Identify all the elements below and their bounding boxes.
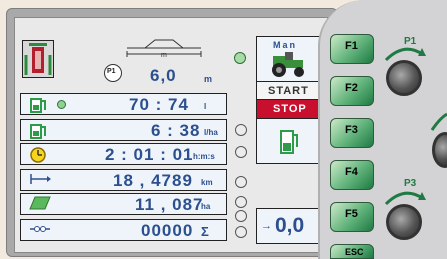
f4-button[interactable]: F4: [330, 160, 374, 190]
counter-icon: [29, 222, 51, 241]
row-value: 6 : 38: [151, 121, 201, 140]
data-row: 6 : 38 l/ha: [20, 119, 227, 141]
stop-button[interactable]: STOP: [256, 99, 322, 120]
row-unit: h:m:s: [193, 152, 215, 161]
p3-knob[interactable]: [386, 204, 422, 240]
tank-icon: [280, 130, 298, 154]
tank-icon: [29, 96, 47, 119]
start-button[interactable]: START: [256, 81, 322, 101]
f3-label: F3: [345, 124, 358, 136]
p1-knob[interactable]: [386, 60, 422, 96]
area-icon: [29, 196, 51, 215]
indicator-led-7: [235, 226, 247, 238]
row-value: 18 , 4789: [113, 171, 193, 190]
f5-label: F5: [345, 208, 358, 220]
bottom-readout-value: 0,0: [275, 214, 305, 237]
sprayer-icon: [22, 40, 54, 78]
indicator-led-4: [235, 176, 247, 188]
data-row: 70 : 74 l: [20, 93, 227, 115]
tank-icon: [29, 122, 47, 145]
f1-label: F1: [345, 40, 358, 52]
row-unit: l/ha: [204, 128, 218, 137]
indicator-led-top: [234, 52, 246, 64]
data-row: 00000 Σ: [20, 219, 227, 241]
row-unit: ha: [201, 202, 211, 211]
arrow-icon: →: [261, 220, 272, 232]
stop-label: STOP: [273, 103, 307, 115]
row-value: 2 : 01 : 01: [105, 145, 194, 164]
man-label: Man: [273, 40, 297, 50]
p1-knob-arrow-icon: [384, 47, 426, 62]
boom-diagram: m: [125, 38, 203, 62]
clock-icon: [29, 146, 47, 169]
working-width-unit: m: [204, 74, 213, 84]
f4-label: F4: [345, 166, 358, 178]
tank-icon-box: [256, 118, 322, 164]
indicator-led-6: [235, 210, 247, 222]
esc-button[interactable]: ESC: [330, 244, 374, 259]
data-row: 2 : 01 : 01 h:m:s: [20, 143, 227, 165]
bottom-readout: → 0,0: [256, 208, 322, 244]
indicator-led-5: [235, 196, 247, 208]
p3-knob-arrow-icon: [384, 191, 426, 206]
row-unit: l: [204, 102, 207, 111]
flow-indicator-led: [57, 100, 66, 109]
mode-panel: Man: [256, 36, 322, 83]
row-unit: Σ: [201, 224, 209, 239]
tractor-icon: [272, 52, 304, 77]
data-row: 11 , 087 ha: [20, 193, 227, 215]
f2-label: F2: [345, 82, 358, 94]
row-value: 00000: [141, 221, 194, 240]
working-width-value: 6,0: [150, 66, 177, 85]
start-label: START: [268, 85, 309, 97]
indicator-led-3: [235, 146, 247, 158]
f3-button[interactable]: F3: [330, 118, 374, 148]
row-unit: km: [201, 178, 213, 187]
esc-label: ESC: [345, 247, 364, 257]
f1-button[interactable]: F1: [330, 34, 374, 64]
distance-arrow-icon: [29, 172, 51, 191]
boom-unit: m: [161, 52, 167, 59]
indicator-led-2: [235, 124, 247, 136]
row-value: 11 , 087: [135, 195, 204, 214]
p1-badge-icon: P1: [104, 64, 122, 82]
p2-knob-arrow-icon: [430, 112, 447, 131]
row-value: 70 : 74: [129, 95, 189, 114]
f5-button[interactable]: F5: [330, 202, 374, 232]
p1-badge-label: P1: [107, 68, 116, 75]
data-row: 18 , 4789 km: [20, 169, 227, 191]
f2-button[interactable]: F2: [330, 76, 374, 106]
